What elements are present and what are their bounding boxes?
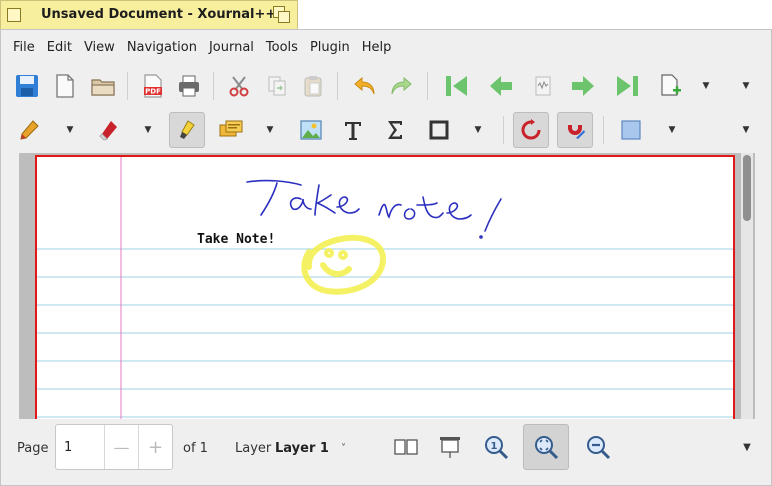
add-page-icon[interactable] (653, 68, 689, 104)
image-tool-icon[interactable] (293, 112, 329, 148)
undo-icon[interactable] (347, 68, 383, 104)
main-toolbar: PDF ▼ ▼ (1, 66, 771, 106)
menu-file[interactable]: File (7, 37, 41, 58)
page-label: Page (17, 441, 49, 456)
window-restore-icon[interactable] (273, 6, 291, 24)
next-page-icon[interactable] (565, 68, 601, 104)
eraser-tool-icon[interactable] (91, 112, 127, 148)
menu-bar: File Edit View Navigation Journal Tools … (1, 34, 397, 60)
status-bar: Page 1 — + of 1 Layer Layer 1 ˅ 1 ▼ (1, 419, 771, 485)
shape-rectangle-icon[interactable] (421, 112, 457, 148)
paint-tool-icon[interactable] (213, 112, 249, 148)
previous-page-icon[interactable] (483, 68, 519, 104)
menu-navigation[interactable]: Navigation (121, 37, 203, 58)
save-icon[interactable] (9, 68, 45, 104)
typed-text[interactable]: Take Note! (197, 232, 275, 247)
color-picker-icon[interactable] (613, 112, 649, 148)
toolbar-separator (337, 72, 338, 100)
math-tex-icon[interactable] (377, 112, 413, 148)
tools-toolbar: ▼ ▼ ▼ ▼ ▼ ▼ (1, 110, 771, 150)
new-document-icon[interactable] (47, 68, 83, 104)
menu-help[interactable]: Help (356, 37, 398, 58)
menu-plugin[interactable]: Plugin (304, 37, 356, 58)
layer-dropdown-icon[interactable]: ˅ (341, 443, 346, 454)
first-page-icon[interactable] (439, 68, 475, 104)
toolbar-separator (427, 72, 428, 100)
window-menu-icon[interactable] (7, 8, 21, 22)
two-pages-icon[interactable] (383, 424, 429, 470)
highlighter-smiley (301, 234, 387, 295)
add-page-dropdown[interactable]: ▼ (697, 68, 715, 104)
toolbar-separator (603, 116, 604, 144)
toolbar-separator (503, 116, 504, 144)
pen-tool-dropdown[interactable]: ▼ (61, 112, 79, 148)
scrollbar-thumb[interactable] (743, 155, 751, 221)
page-count: of 1 (183, 441, 208, 456)
eraser-tool-dropdown[interactable]: ▼ (139, 112, 157, 148)
export-pdf-icon[interactable]: PDF (135, 68, 171, 104)
menu-journal[interactable]: Journal (203, 37, 260, 58)
paint-tool-dropdown[interactable]: ▼ (261, 112, 279, 148)
menu-view[interactable]: View (78, 37, 121, 58)
title-bar: Unsaved Document - Xournal++ (0, 0, 298, 29)
ruled-paper (37, 157, 733, 419)
page-number-input[interactable]: 1 (64, 440, 72, 455)
page-decrement-button[interactable]: — (104, 425, 138, 469)
page-increment-button[interactable]: + (138, 425, 172, 469)
svg-text:PDF: PDF (145, 88, 161, 96)
toolbar-overflow-button[interactable]: ▼ (737, 68, 755, 104)
zoom-out-icon[interactable] (575, 424, 621, 470)
document-canvas[interactable]: Take Note! (19, 153, 755, 419)
menu-edit[interactable]: Edit (41, 37, 78, 58)
print-icon[interactable] (171, 68, 207, 104)
page-spinner[interactable]: 1 — + (55, 424, 173, 470)
menu-tools[interactable]: Tools (260, 37, 304, 58)
toolbar-overflow-button[interactable]: ▼ (737, 112, 755, 148)
toolbar-separator (213, 72, 214, 100)
layer-select[interactable]: Layer 1 (275, 441, 329, 456)
vertical-scrollbar[interactable] (741, 153, 753, 419)
document-page[interactable]: Take Note! (35, 155, 735, 419)
open-folder-icon[interactable] (85, 68, 121, 104)
redo-icon[interactable] (383, 68, 419, 104)
pen-tool-icon[interactable] (11, 112, 47, 148)
last-page-icon[interactable] (609, 68, 645, 104)
highlighter-tool-icon[interactable] (169, 112, 205, 148)
cut-icon[interactable] (221, 68, 257, 104)
goto-page-icon[interactable] (525, 68, 561, 104)
window-title: Unsaved Document - Xournal++ (41, 7, 277, 22)
shape-dropdown[interactable]: ▼ (469, 112, 487, 148)
layer-label: Layer (235, 441, 272, 456)
handwriting-ink (246, 179, 502, 239)
copy-icon[interactable] (259, 68, 295, 104)
toolbar-separator (127, 72, 128, 100)
snap-grid-icon[interactable] (557, 112, 593, 148)
paste-icon[interactable] (295, 68, 331, 104)
shape-recognizer-icon[interactable] (513, 112, 549, 148)
presentation-mode-icon[interactable] (427, 424, 473, 470)
app-window: File Edit View Navigation Journal Tools … (0, 29, 772, 486)
text-tool-icon[interactable] (335, 112, 371, 148)
zoom-100-icon[interactable]: 1 (473, 424, 519, 470)
zoom-fit-icon[interactable] (523, 424, 569, 470)
color-dropdown[interactable]: ▼ (663, 112, 681, 148)
statusbar-overflow-button[interactable]: ▼ (739, 439, 755, 455)
svg-text:1: 1 (491, 441, 498, 452)
